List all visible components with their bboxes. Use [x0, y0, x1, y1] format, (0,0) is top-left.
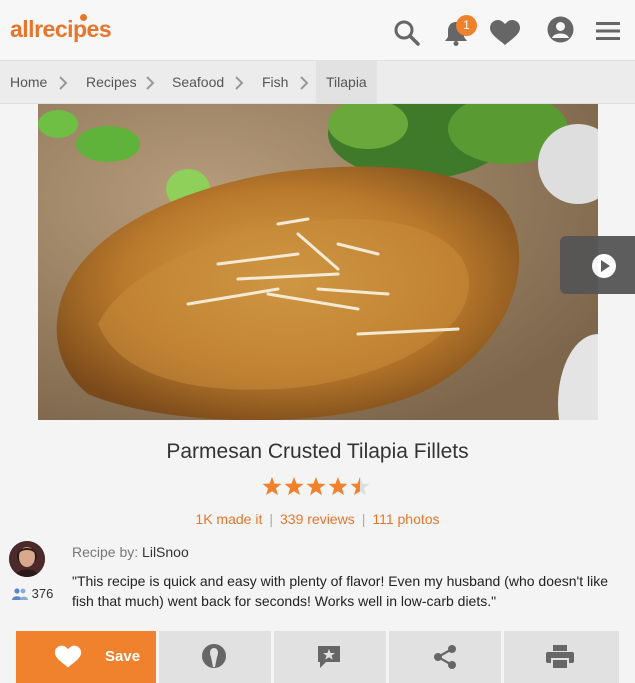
rating-star — [328, 477, 348, 496]
allrecipes-logo[interactable]: allrecipes — [10, 16, 112, 43]
rating-star — [284, 477, 304, 496]
action-bar: Save — [0, 631, 635, 683]
stats-divider: | — [269, 511, 273, 527]
recipe-description: "This recipe is quick and easy with plen… — [72, 573, 609, 609]
play-icon — [592, 254, 616, 278]
stats-divider: | — [361, 511, 366, 527]
followers-count[interactable]: 376 — [12, 586, 53, 601]
made-it-button[interactable] — [159, 631, 271, 683]
made-it-icon — [202, 644, 226, 668]
made-it-count[interactable]: 1K made it — [195, 511, 262, 527]
recipe-title: Parmesan Crusted Tilapia Fillets — [166, 440, 469, 463]
review-icon — [318, 646, 340, 668]
print-icon — [546, 645, 574, 669]
notification-badge: 1 — [456, 15, 477, 36]
profile-icon[interactable] — [547, 16, 574, 43]
recipe-photo[interactable] — [38, 104, 598, 420]
chevron-right-icon — [146, 76, 155, 90]
recipe-by: Recipe by: LilSnoo — [72, 544, 189, 560]
share-button[interactable] — [389, 631, 501, 683]
search-icon[interactable] — [394, 20, 420, 46]
followers-number: 376 — [31, 586, 54, 601]
print-button[interactable] — [504, 631, 619, 683]
reviews-link[interactable]: 339 reviews — [280, 511, 355, 527]
menu-icon[interactable] — [596, 21, 620, 41]
heart-icon[interactable] — [489, 20, 521, 46]
breadcrumb: Home Recipes Seafood Fish Tilapia — [0, 60, 635, 104]
author-name[interactable]: LilSnoo — [142, 544, 189, 560]
breadcrumb-seafood[interactable]: Seafood — [172, 61, 224, 103]
chevron-right-icon — [300, 76, 309, 90]
recipe-by-label: Recipe by: — [72, 544, 139, 560]
save-label: Save — [105, 648, 141, 665]
rating-star — [350, 477, 370, 496]
followers-icon — [12, 588, 28, 600]
save-button[interactable]: Save — [16, 631, 156, 683]
heart-icon — [54, 645, 82, 668]
breadcrumb-home[interactable]: Home — [10, 61, 47, 103]
chevron-right-icon — [235, 76, 244, 90]
top-bar: allrecipes 1 — [0, 0, 635, 60]
photos-link[interactable]: 111 photos — [372, 511, 439, 527]
play-video-button[interactable] — [560, 236, 635, 294]
rating-star — [306, 477, 326, 496]
logo-accent — [80, 14, 87, 21]
breadcrumb-fish[interactable]: Fish — [262, 61, 288, 103]
rating-stars[interactable] — [261, 476, 371, 498]
author-avatar[interactable] — [9, 541, 45, 577]
rating-star — [262, 477, 282, 496]
share-icon — [434, 645, 456, 669]
breadcrumb-recipes[interactable]: Recipes — [86, 61, 137, 103]
recipe-stats: 1K made it | 339 reviews | 111 photos — [0, 511, 635, 527]
chevron-right-icon — [59, 76, 68, 90]
review-button[interactable] — [274, 631, 386, 683]
breadcrumb-tilapia[interactable]: Tilapia — [316, 61, 377, 103]
